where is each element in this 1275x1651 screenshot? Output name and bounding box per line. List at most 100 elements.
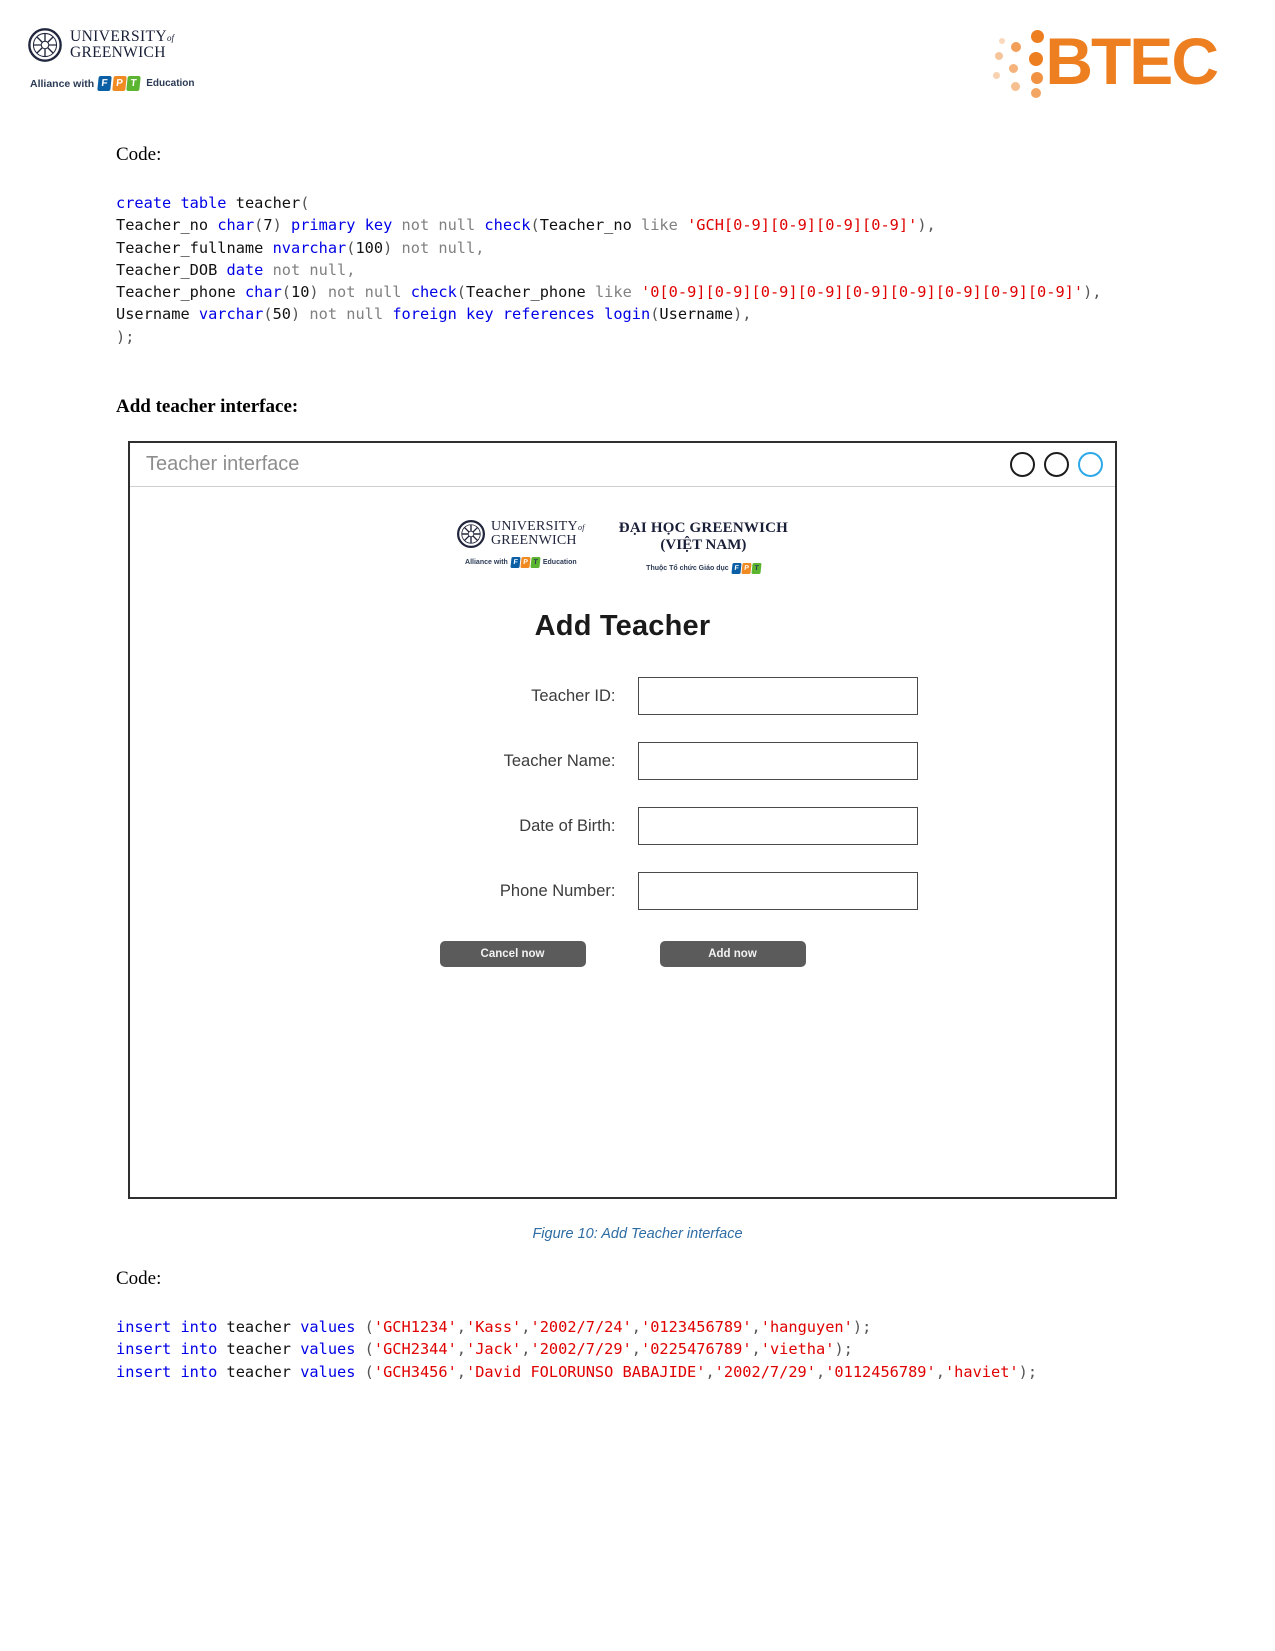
form-row: Teacher Name: <box>130 742 1115 780</box>
form-row: Teacher ID: <box>130 677 1115 715</box>
form-fpt-p: P <box>520 557 531 568</box>
code-token: Username <box>659 305 734 324</box>
fpt-logo: F P T <box>97 76 141 91</box>
code-token: , <box>751 1340 761 1359</box>
window-titlebar: Teacher interface <box>130 443 1115 487</box>
code-token: Teacher_phone <box>466 283 595 302</box>
form-alliance-suffix: Education <box>542 559 577 566</box>
code-token: , <box>456 1340 466 1359</box>
code-line: Teacher_DOB date not null, <box>116 259 1221 281</box>
code-token: primary key <box>291 216 402 235</box>
code-token: Teacher_phone <box>116 283 245 302</box>
code-token: varchar <box>198 305 264 324</box>
window-controls <box>1010 452 1103 477</box>
code-token: 100 <box>355 238 384 257</box>
code-token: '0225476789' <box>641 1340 752 1359</box>
code-token: ); <box>1018 1362 1038 1381</box>
code-token: Teacher_fullname <box>116 238 273 257</box>
code-token: Username <box>116 305 199 324</box>
code-token: 'hanguyen' <box>760 1318 853 1336</box>
code-token: '0112456789' <box>825 1362 936 1381</box>
compass-rose-icon-small <box>456 520 485 548</box>
form-title: Add Teacher <box>534 610 711 642</box>
code-token: '2002/7/24' <box>530 1318 632 1336</box>
code-token: nvarchar <box>272 238 347 257</box>
code-token: 'vietha' <box>760 1340 835 1359</box>
code-token: 10 <box>291 283 310 302</box>
code-token: ) <box>291 305 310 324</box>
teacher-id-input[interactable] <box>637 677 918 715</box>
code-token: check <box>410 283 457 302</box>
code-token: 'GCH2344' <box>373 1340 457 1359</box>
code-token: ( <box>254 216 264 235</box>
fpt-letter-t: T <box>126 76 141 91</box>
code-token: date <box>226 260 273 279</box>
minimize-button[interactable] <box>1010 452 1035 477</box>
add-teacher-form: Teacher ID: Teacher Name: Date of Birth: Ph… <box>130 677 1115 910</box>
code-token: ); <box>834 1340 853 1359</box>
form-fpt-logo: F P T <box>510 557 541 568</box>
compass-rose-icon <box>28 28 62 62</box>
field-label: Teacher ID: <box>531 686 616 705</box>
code-line: ); <box>116 326 1221 348</box>
code-token: , <box>456 1318 466 1336</box>
create-table-code-block: create table teacher(Teacher_no char(7) … <box>116 192 1221 348</box>
code-token: not null, <box>272 260 356 279</box>
code-token: 'haviet' <box>944 1362 1019 1381</box>
code-label-2: Code: <box>116 1268 162 1289</box>
code-token: not null <box>327 283 411 302</box>
form-fpt-f: F <box>510 557 521 568</box>
code-label-1: Code: <box>116 144 162 165</box>
code-line: create table teacher( <box>116 192 1221 214</box>
code-token: ), <box>917 216 936 235</box>
add-now-button[interactable]: Add now <box>659 941 806 967</box>
code-token: teacher <box>226 1362 301 1381</box>
fpt-alliance-mark: Alliance with F P T Education <box>30 76 228 91</box>
teacher-interface-window: Teacher interface UNIVERSITYof GREENWICH… <box>128 441 1117 1199</box>
code-token: ) <box>272 216 292 235</box>
code-line: insert into teacher values ('GCH1234','K… <box>116 1316 1126 1338</box>
btec-wordmark: BTEC <box>1045 24 1219 98</box>
maximize-button[interactable] <box>1044 452 1069 477</box>
code-token: Teacher_no <box>116 216 218 235</box>
code-line: Teacher_phone char(10) not null check(Te… <box>116 281 1221 303</box>
code-token: ); <box>116 327 135 346</box>
form-row: Date of Birth: <box>130 807 1115 845</box>
code-token: , <box>631 1318 642 1336</box>
form-alliance-prefix: Alliance with <box>465 559 508 566</box>
code-line: insert into teacher values ('GCH3456','D… <box>116 1361 1126 1383</box>
code-token: foreign key references login <box>392 305 651 324</box>
code-token: ( <box>281 283 291 302</box>
code-token: values <box>300 1340 365 1359</box>
alliance-prefix-text: Alliance with <box>30 77 95 90</box>
code-line: Teacher_no char(7) primary key not null … <box>116 214 1221 236</box>
vietnam-fpt-logo: F P T <box>731 563 762 574</box>
code-token: '2002/7/29' <box>714 1362 816 1381</box>
code-token: '0123456789' <box>641 1318 752 1336</box>
form-fpt-t: T <box>530 557 541 568</box>
vietnam-line2: (VIỆT NAM) <box>660 537 747 553</box>
page-header: UNIVERSITYof GREENWICH Alliance with F P… <box>0 0 1275 128</box>
date-of-birth-input[interactable] <box>637 807 918 845</box>
code-line: insert into teacher values ('GCH2344','J… <box>116 1338 1126 1360</box>
code-token: like <box>594 283 642 302</box>
code-token: ) <box>383 238 402 257</box>
code-token: , <box>456 1362 466 1381</box>
close-button[interactable] <box>1078 452 1103 477</box>
code-token: not null <box>309 305 393 324</box>
cancel-now-button[interactable]: Cancel now <box>439 941 586 967</box>
code-token: ( <box>364 1318 374 1336</box>
code-token: 'Kass' <box>466 1318 522 1336</box>
code-token: ( <box>364 1340 374 1359</box>
figure-caption: Figure 10: Add Teacher interface <box>532 1226 743 1242</box>
code-token: 'GCH[0-9][0-9][0-9][0-9]' <box>687 216 918 235</box>
code-token: like <box>641 216 688 235</box>
code-token: char <box>244 283 282 302</box>
code-token: , <box>935 1362 945 1381</box>
window-body: UNIVERSITYof GREENWICH Alliance with F P… <box>130 487 1115 1197</box>
teacher-name-input[interactable] <box>637 742 918 780</box>
code-token: not null <box>401 216 485 235</box>
phone-number-input[interactable] <box>637 872 918 910</box>
code-token: 7 <box>263 216 273 235</box>
form-uog-line1: UNIVERSITY <box>490 519 578 534</box>
